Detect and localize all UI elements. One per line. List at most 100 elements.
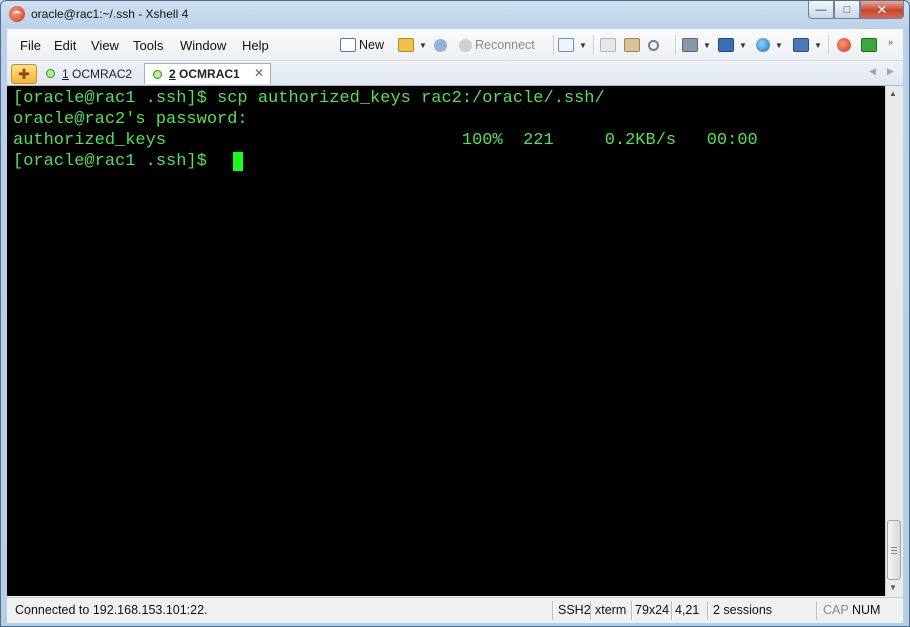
num-lock-indicator: NUM <box>852 603 881 617</box>
xshell-app-icon[interactable] <box>9 6 25 22</box>
chevron-down-icon: ▼ <box>703 40 711 50</box>
scrollbar-thumb[interactable] <box>887 520 901 580</box>
open-button[interactable]: ▼ <box>398 34 427 56</box>
transfer-button[interactable]: ▼ <box>718 34 747 56</box>
xftp-button[interactable] <box>837 34 854 56</box>
thumb-grip <box>891 553 897 554</box>
protocol-indicator: SSH2 <box>558 603 591 617</box>
paste-button[interactable] <box>624 34 643 56</box>
terminal-line: authorized_keys 100% 221 0.2KB/s 00:00 <box>13 131 758 150</box>
menu-view[interactable]: View <box>91 38 119 53</box>
terminal-scrollbar[interactable]: ▲ ▼ <box>885 86 903 596</box>
scroll-down-arrow-icon[interactable]: ▼ <box>889 583 897 592</box>
transfer-icon <box>718 38 734 52</box>
tab-scroll-left-icon[interactable]: ◀ <box>869 66 876 77</box>
menu-file[interactable]: File <box>20 38 41 53</box>
magnifier-icon <box>648 39 659 51</box>
menu-toolbar-bar: File Edit View Tools Window Help New ▼ R… <box>7 29 903 61</box>
thumb-grip <box>891 547 897 548</box>
sessions-count: 2 sessions <box>713 603 773 617</box>
chevron-down-icon: ▼ <box>814 40 822 50</box>
tab-number: 1 <box>62 66 69 81</box>
globe-button[interactable]: ▼ <box>756 34 783 56</box>
reconnect-icon <box>459 38 472 52</box>
menu-edit[interactable]: Edit <box>54 38 76 53</box>
toolbar-separator <box>828 35 830 55</box>
font-icon <box>793 38 809 52</box>
close-button[interactable]: ✕ <box>860 1 904 19</box>
terminal-prompt-line: [oracle@rac1 .ssh]$ <box>13 152 218 171</box>
double-chevron-right-icon: » <box>888 37 894 47</box>
minimize-button[interactable]: — <box>808 1 834 19</box>
status-separator <box>631 601 633 620</box>
add-tab-button[interactable]: ✚ <box>11 64 37 84</box>
toolbar-separator <box>675 35 677 55</box>
terminal-line: [oracle@rac1 .ssh]$ scp authorized_keys … <box>13 89 605 108</box>
link-icon <box>434 38 447 52</box>
plus-icon: ✚ <box>18 65 30 82</box>
paste-icon <box>624 38 640 52</box>
toolbar-separator <box>593 35 595 55</box>
chevron-down-icon: ▼ <box>775 40 783 50</box>
reconnect-button[interactable]: Reconnect <box>459 34 535 56</box>
terminal-size-indicator: 79x24 <box>635 603 670 617</box>
copy-icon <box>600 38 616 52</box>
tab-scroll-right-icon[interactable]: ▶ <box>887 66 894 77</box>
window-controls: — □ ✕ <box>808 1 904 21</box>
terminal-type-indicator: xterm <box>595 603 627 617</box>
connection-status-icon <box>153 69 162 79</box>
properties-icon <box>558 38 574 52</box>
new-label: New <box>359 38 385 52</box>
find-button[interactable] <box>648 34 662 56</box>
status-separator <box>671 601 673 620</box>
folder-icon <box>398 38 414 52</box>
printer-icon <box>682 38 698 52</box>
reconnect-label: Reconnect <box>475 38 535 52</box>
connect-button[interactable] <box>434 34 450 56</box>
xshell-window: oracle@rac1:~/.ssh - Xshell 4 — □ ✕ File… <box>0 0 910 627</box>
xmanager-button[interactable] <box>861 34 880 56</box>
maximize-button[interactable]: □ <box>834 1 860 19</box>
terminal-view[interactable]: [oracle@rac1 .ssh]$ scp authorized_keys … <box>7 86 885 596</box>
thumb-grip <box>891 550 897 551</box>
font-button[interactable]: ▼ <box>793 34 822 56</box>
menu-tools[interactable]: Tools <box>133 38 163 53</box>
print-button[interactable]: ▼ <box>682 34 711 56</box>
window-title: oracle@rac1:~/.ssh - Xshell 4 <box>31 7 189 21</box>
xmanager-icon <box>861 38 877 52</box>
connection-status-icon <box>46 69 55 78</box>
terminal-cursor <box>233 152 243 171</box>
tab-label: OCMRAC1 <box>179 67 240 81</box>
menu-window[interactable]: Window <box>180 38 226 53</box>
status-separator <box>816 601 818 620</box>
status-bar: Connected to 192.168.153.101:22. SSH2 xt… <box>7 597 903 623</box>
status-separator <box>590 601 592 620</box>
caps-lock-indicator: CAP <box>823 603 849 617</box>
toolbar-separator <box>553 35 555 55</box>
xshell-icon <box>837 38 851 52</box>
scroll-up-arrow-icon[interactable]: ▲ <box>889 89 897 98</box>
client-area: File Edit View Tools Window Help New ▼ R… <box>7 29 903 623</box>
globe-icon <box>756 38 770 52</box>
session-tab-bar: ✚ 1 OCMRAC2 2 OCMRAC1 ✕ ◀ ▶ <box>7 61 903 86</box>
tab-label: OCMRAC2 <box>72 66 133 81</box>
tab-ocmrac2[interactable]: 1 OCMRAC2 <box>38 63 138 84</box>
new-session-button[interactable]: New <box>340 34 384 56</box>
menu-help[interactable]: Help <box>242 38 269 53</box>
properties-button[interactable]: ▼ <box>558 34 587 56</box>
chevron-down-icon: ▼ <box>739 40 747 50</box>
chevron-down-icon: ▼ <box>579 40 587 50</box>
copy-button[interactable] <box>600 34 619 56</box>
tab-ocmrac1[interactable]: 2 OCMRAC1 ✕ <box>144 63 271 84</box>
tab-close-icon[interactable]: ✕ <box>254 66 264 80</box>
tab-number: 2 <box>169 67 176 81</box>
status-separator <box>552 601 554 620</box>
connection-status-text: Connected to 192.168.153.101:22. <box>15 603 208 617</box>
chevron-down-icon: ▼ <box>419 40 427 50</box>
status-separator <box>707 601 709 620</box>
toolbar-overflow-button[interactable]: » <box>888 31 893 53</box>
new-session-icon <box>340 38 356 52</box>
title-bar[interactable]: oracle@rac1:~/.ssh - Xshell 4 — □ ✕ <box>1 1 909 29</box>
cursor-position-indicator: 4,21 <box>675 603 700 617</box>
terminal-line: oracle@rac2's password: <box>13 110 248 129</box>
